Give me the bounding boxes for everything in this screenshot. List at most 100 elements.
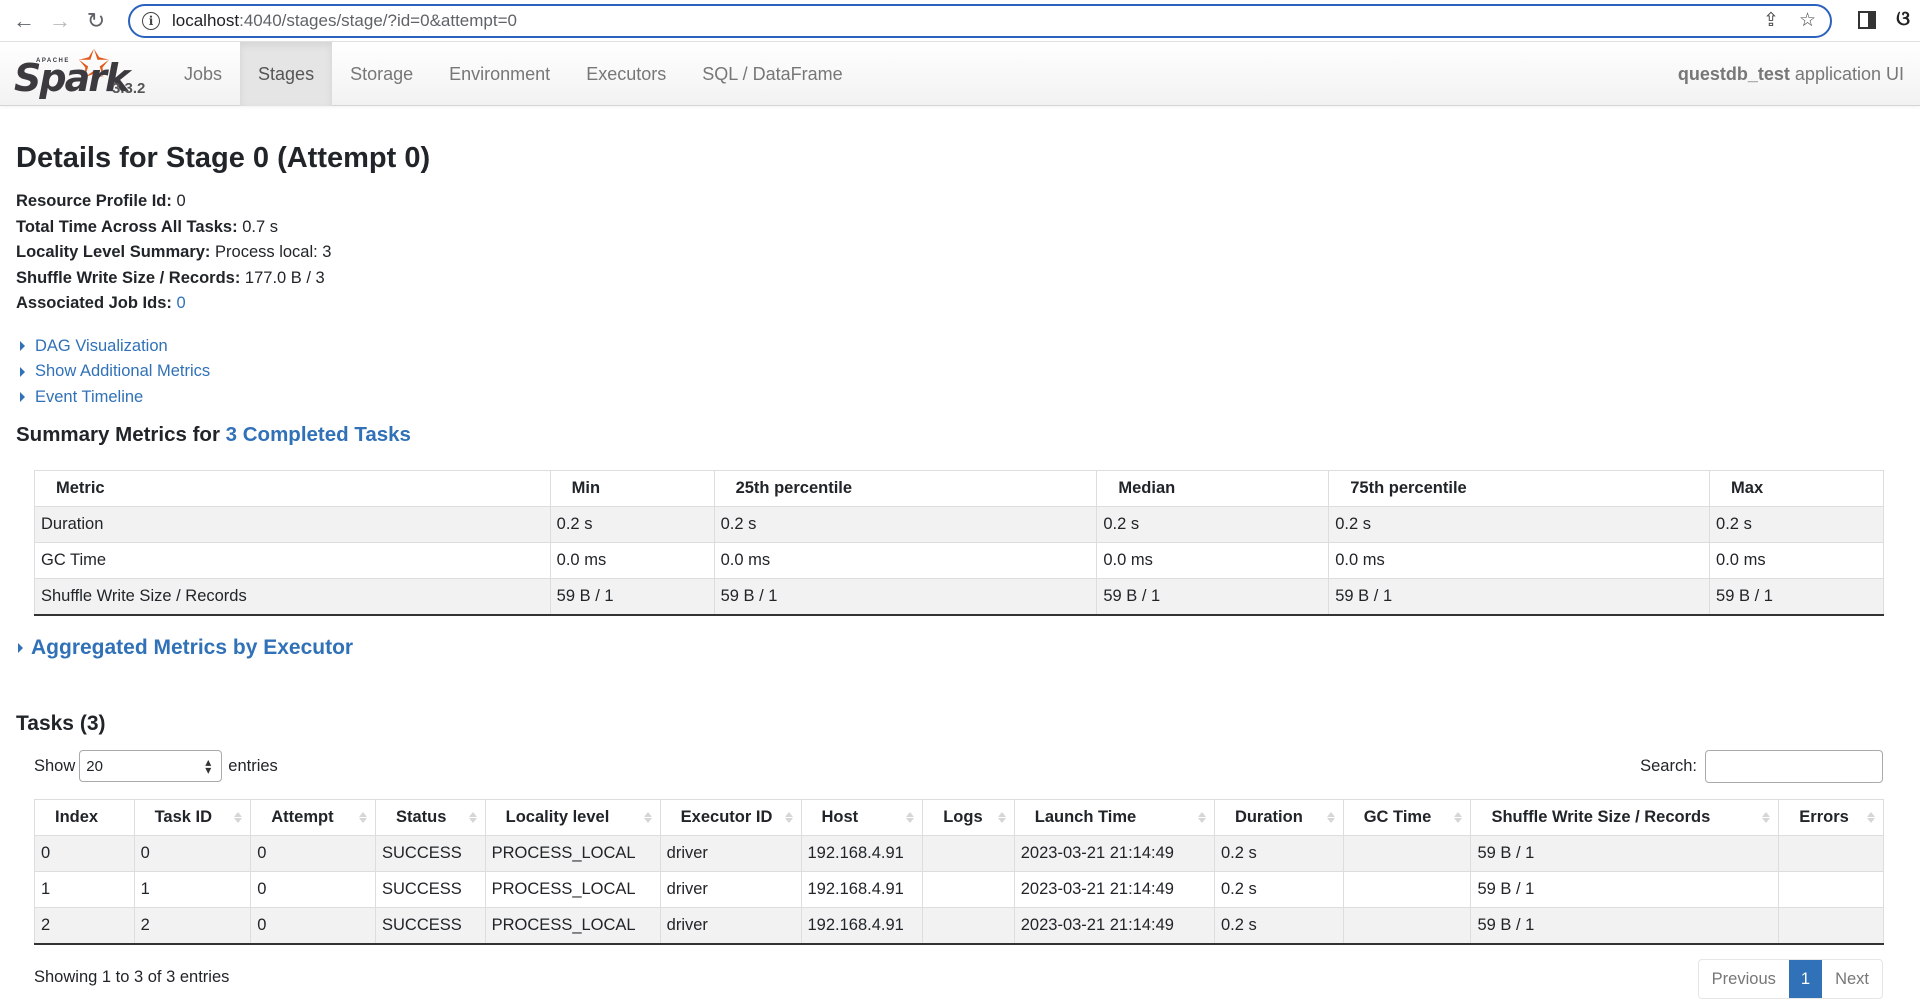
table-row: 2 2 0 SUCCESS PROCESS_LOCAL driver 192.168.4.9… <box>34 907 1884 945</box>
select-arrows-icon: ▴ ▾ <box>205 755 212 777</box>
reload-button[interactable]: ↻ <box>78 5 114 37</box>
column-header-label: Executor ID <box>680 808 773 826</box>
bookmark-star-icon[interactable]: ☆ <box>1799 9 1816 32</box>
cell-shuffle-write-size-records: 59 B / 1 <box>1470 835 1780 872</box>
col-executor-id[interactable]: Executor ID <box>659 799 802 836</box>
cell-errors <box>1778 835 1884 872</box>
sort-icon <box>784 812 793 823</box>
column-header-label: Errors <box>1799 808 1849 826</box>
cell-launch-time: 2023-03-21 21:14:49 <box>1013 907 1215 945</box>
column-header-label: Launch Time <box>1034 808 1137 826</box>
toggle-dag-visualization[interactable]: DAG Visualization <box>16 334 1904 360</box>
summary-locality: Locality Level Summary: Process local: 3 <box>16 240 1904 266</box>
toggle-label: DAG Visualization <box>35 336 168 355</box>
sort-icon <box>359 812 367 823</box>
spark-logo[interactable]: ✩ APACHE Spark 3.3.2 <box>14 44 154 102</box>
page-length-control: Show 20 ▴ ▾ entries <box>34 750 278 782</box>
cell-locality-level: PROCESS_LOCAL <box>484 835 661 872</box>
forward-button[interactable]: → <box>42 5 78 37</box>
col-task-id[interactable]: Task ID <box>133 799 252 836</box>
col-launch-time[interactable]: Launch Time <box>1013 799 1215 836</box>
table-header-row: Metric Min 25th percentile Median 75th p… <box>34 470 1884 507</box>
url-host: localhost <box>172 11 240 30</box>
tab-storage[interactable]: Storage <box>332 42 431 106</box>
cell-shuffle-write-size-records: 59 B / 1 <box>1470 907 1780 945</box>
toggle-additional-metrics[interactable]: Show Additional Metrics <box>16 359 1904 385</box>
cell-task-id: 2 <box>133 907 252 945</box>
col-status[interactable]: Status <box>375 799 486 836</box>
sort-icon <box>1762 812 1771 823</box>
url-text[interactable]: localhost:4040/stages/stage/?id=0&attemp… <box>172 11 517 31</box>
caret-right-icon <box>20 366 25 377</box>
search-input[interactable] <box>1705 750 1883 783</box>
address-bar[interactable]: i localhost:4040/stages/stage/?id=0&atte… <box>128 4 1832 38</box>
cell-host: 192.168.4.91 <box>800 907 924 945</box>
col-min: Min <box>549 470 715 507</box>
cell-launch-time: 2023-03-21 21:14:49 <box>1013 835 1215 872</box>
extension-icon[interactable]: ଓ <box>1896 8 1910 31</box>
cell-status: SUCCESS <box>375 871 486 908</box>
show-label: Show <box>34 756 76 775</box>
col-shuffle-write-size-records[interactable]: Shuffle Write Size / Records <box>1470 799 1780 836</box>
sort-icon <box>468 812 477 823</box>
cell-duration: 0.2 s <box>1213 835 1344 872</box>
tab-executors[interactable]: Executors <box>568 42 684 106</box>
forward-icon: → <box>49 7 71 33</box>
summary-label: Locality Level Summary: <box>16 243 211 261</box>
side-panel-icon[interactable] <box>1858 10 1877 29</box>
metric-value-cell: 0.2 s <box>1709 506 1884 543</box>
table-row: 0 0 0 SUCCESS PROCESS_LOCAL driver 192.168.4.9… <box>34 835 1884 872</box>
cell-logs <box>922 835 1015 872</box>
metric-value-cell: 59 B / 1 <box>1709 578 1884 616</box>
cell-errors <box>1778 871 1884 908</box>
page-size-select[interactable]: 20 ▴ ▾ <box>79 750 223 782</box>
aggregated-metrics-toggle[interactable]: Aggregated Metrics by Executor <box>16 636 353 660</box>
toggle-event-timeline[interactable]: Event Timeline <box>16 385 1904 411</box>
metric-value-cell: 0.0 ms <box>1709 542 1884 579</box>
table-info: Showing 1 to 3 of 3 entries <box>34 968 230 986</box>
tab-sql-dataframe[interactable]: SQL / DataFrame <box>684 42 860 106</box>
cell-logs <box>922 871 1015 908</box>
summary-metrics-title: Summary Metrics for 3 Completed Tasks <box>16 423 1904 447</box>
col-host[interactable]: Host <box>800 799 924 836</box>
col-attempt[interactable]: Attempt <box>250 799 376 836</box>
back-button[interactable]: ← <box>6 5 42 37</box>
job-id-link[interactable]: 0 <box>176 294 185 312</box>
cell-logs <box>922 907 1015 945</box>
sort-icon <box>906 812 915 823</box>
site-info-icon[interactable]: i <box>142 12 160 30</box>
aggregated-metrics-label: Aggregated Metrics by Executor <box>31 636 354 659</box>
table-row: GC Time 0.0 ms 0.0 ms 0.0 ms 0.0 ms 0.0 ms <box>34 542 1884 579</box>
col-index[interactable]: Index <box>34 799 135 836</box>
cell-errors <box>1778 907 1884 945</box>
tab-stages[interactable]: Stages <box>240 42 333 106</box>
cell-locality-level: PROCESS_LOCAL <box>484 907 661 945</box>
table-header-row: Index Task ID Attempt Status Locality level E… <box>34 799 1884 836</box>
col-duration[interactable]: Duration <box>1213 799 1344 836</box>
tab-jobs[interactable]: Jobs <box>166 42 240 106</box>
back-icon: ← <box>13 7 35 33</box>
tab-environment[interactable]: Environment <box>431 42 568 106</box>
cell-attempt: 0 <box>250 871 376 908</box>
col-locality-level[interactable]: Locality level <box>484 799 661 836</box>
col-gc-time[interactable]: GC Time <box>1342 799 1472 836</box>
sort-icon <box>1454 812 1463 823</box>
previous-page-button[interactable]: Previous <box>1699 960 1789 998</box>
caret-right-icon <box>20 341 25 352</box>
cell-index: 0 <box>34 835 135 872</box>
sort-icon <box>1867 812 1875 823</box>
col-errors[interactable]: Errors <box>1778 799 1884 836</box>
col-logs[interactable]: Logs <box>922 799 1015 836</box>
completed-tasks-link[interactable]: 3 Completed Tasks <box>226 423 411 446</box>
summary-label: Total Time Across All Tasks: <box>16 217 238 236</box>
share-icon[interactable]: ⇪ <box>1763 9 1779 32</box>
cell-duration: 0.2 s <box>1213 871 1344 908</box>
next-page-button[interactable]: Next <box>1822 960 1882 998</box>
app-suffix: application UI <box>1794 63 1904 84</box>
col-75th: 75th percentile <box>1328 470 1711 507</box>
column-header-label: Attempt <box>271 808 334 826</box>
metric-value-cell: 0.2 s <box>1096 506 1330 543</box>
cell-index: 2 <box>34 907 135 945</box>
summary-label: Resource Profile Id: <box>16 192 172 210</box>
page-1-button[interactable]: 1 <box>1788 960 1823 998</box>
